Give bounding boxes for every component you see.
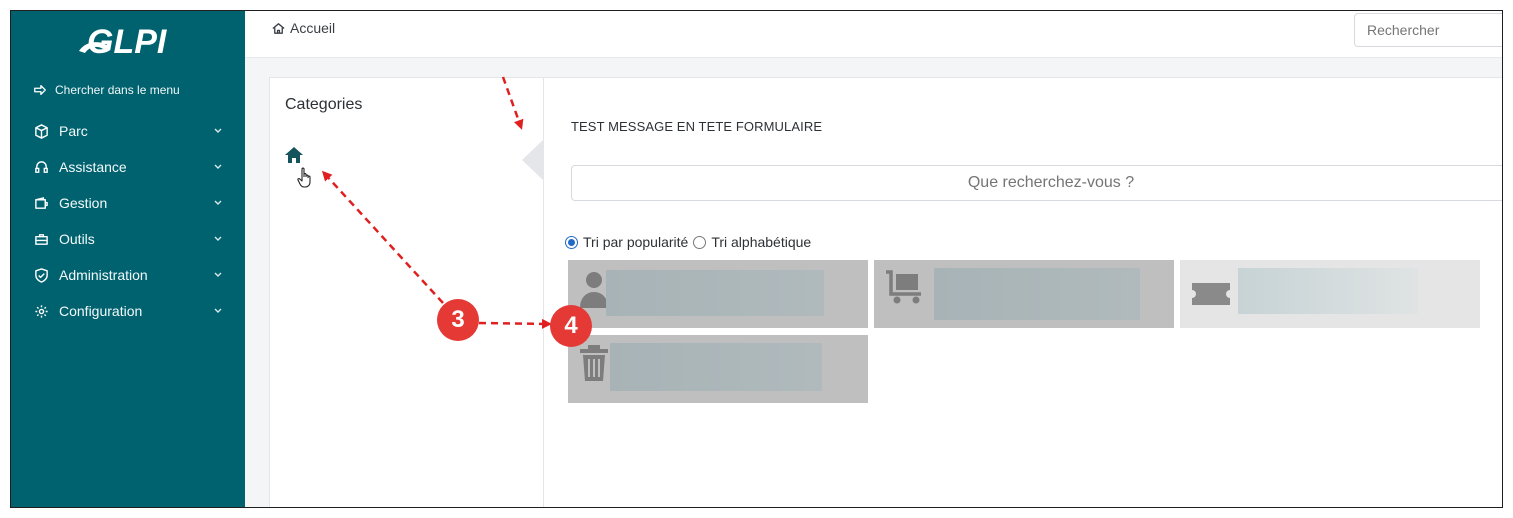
ticket-icon — [1192, 283, 1230, 305]
blurred-form-title — [610, 343, 822, 391]
menu-search-label: Chercher dans le menu — [55, 83, 180, 97]
breadcrumb-label: Accueil — [290, 20, 336, 36]
sidebar-item-label: Assistance — [59, 159, 127, 175]
menu-search[interactable]: Chercher dans le menu — [33, 83, 180, 97]
hand-cursor-icon — [297, 167, 311, 188]
sidebar-item-label: Parc — [59, 123, 88, 139]
form-tile[interactable] — [568, 335, 868, 403]
trash-icon — [580, 345, 608, 381]
sidebar-item-administration[interactable]: Administration — [11, 257, 245, 293]
global-search-input[interactable] — [1354, 13, 1502, 47]
sidebar-item-label: Outils — [59, 231, 95, 247]
home-outline-icon — [272, 22, 285, 34]
headset-icon — [33, 159, 49, 175]
top-header: Accueil — [245, 11, 1502, 58]
sort-popularity-label[interactable]: Tri par popularité — [583, 234, 688, 250]
chevron-down-icon — [214, 164, 222, 169]
sort-popularity-radio[interactable] — [565, 235, 578, 249]
chevron-down-icon — [214, 128, 222, 133]
categories-title: Categories — [285, 96, 363, 113]
blurred-form-title — [1238, 268, 1418, 314]
sidebar-item-configuration[interactable]: Configuration — [11, 293, 245, 329]
sidebar-item-assistance[interactable]: Assistance — [11, 149, 245, 185]
breadcrumb[interactable]: Accueil — [271, 20, 335, 36]
form-header-message: TEST MESSAGE EN TETE FORMULAIRE — [571, 119, 823, 134]
chevron-down-icon — [214, 272, 222, 277]
panel-pointer — [522, 139, 544, 181]
box-icon — [33, 123, 49, 139]
sidebar-menu: Parc Assistance Gestion Outils Administr — [11, 113, 245, 329]
sidebar-item-outils[interactable]: Outils — [11, 221, 245, 257]
glpi-logo[interactable]: GLPI — [73, 19, 183, 63]
form-tile[interactable] — [568, 260, 868, 328]
home-category-icon[interactable] — [284, 146, 304, 164]
chevron-down-icon — [214, 308, 222, 313]
annotation-badge-4: 4 — [550, 305, 592, 347]
form-search-input[interactable] — [571, 165, 1502, 201]
form-tile[interactable] — [1180, 260, 1480, 328]
sidebar-item-label: Administration — [59, 267, 148, 283]
sort-alpha-radio[interactable] — [693, 235, 707, 249]
blurred-form-title — [934, 268, 1140, 320]
sidebar-item-label: Gestion — [59, 195, 108, 211]
annotation-badge-3: 3 — [437, 299, 479, 341]
sort-alpha-label[interactable]: Tri alphabétique — [711, 234, 811, 250]
categories-panel: Categories — [270, 78, 544, 507]
gear-icon — [33, 303, 49, 319]
wallet-icon — [33, 195, 49, 211]
sort-options: Tri par popularité Tri alphabétique — [565, 234, 816, 250]
app-window: GLPI Chercher dans le menu Parc Assistan… — [10, 10, 1503, 508]
sidebar: GLPI Chercher dans le menu Parc Assistan… — [11, 11, 245, 507]
cart-box-icon — [886, 270, 921, 304]
form-tile[interactable] — [874, 260, 1174, 328]
arrow-right-icon — [34, 84, 46, 96]
shield-check-icon — [33, 267, 49, 283]
service-catalog-card: Categories TEST MESSAGE EN TETE FORMULAI… — [269, 77, 1502, 507]
logo-text: GLPI — [87, 23, 168, 61]
chevron-down-icon — [214, 236, 222, 241]
form-list-area: TEST MESSAGE EN TETE FORMULAIRE Tri par … — [545, 78, 1502, 507]
blurred-form-title — [606, 270, 824, 316]
briefcase-icon — [33, 231, 49, 247]
chevron-down-icon — [214, 200, 222, 205]
sidebar-item-parc[interactable]: Parc — [11, 113, 245, 149]
sidebar-item-gestion[interactable]: Gestion — [11, 185, 245, 221]
sidebar-item-label: Configuration — [59, 303, 143, 319]
